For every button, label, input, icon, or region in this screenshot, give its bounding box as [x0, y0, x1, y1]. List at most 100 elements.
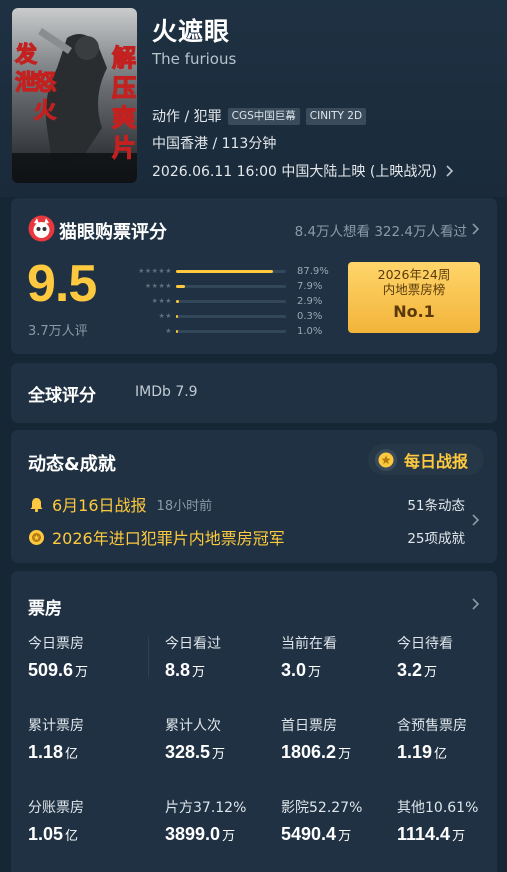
box-stat-unit: 万	[338, 747, 352, 762]
rating-card: 猫眼购票评分 8.4万人想看 322.4万人看过 9.5 3.7万人评 2026…	[11, 198, 497, 354]
medal-icon	[29, 529, 44, 545]
rating-bar-fill	[176, 270, 273, 273]
box-stat-label: 片方37.12%	[165, 800, 247, 816]
box-stat-number: 1806.2	[281, 742, 337, 762]
dynamics-item-text: 6月16日战报	[52, 496, 147, 515]
rating-bar-track	[176, 300, 286, 303]
box-stat-number: 5490.4	[281, 824, 337, 844]
imdb-rating: IMDb 7.9	[135, 384, 198, 400]
rank-board: 内地票房榜	[382, 282, 446, 297]
dynamics-item-achievement[interactable]: 2026年进口犯罪片内地票房冠军	[28, 525, 285, 549]
box-stat-number: 328.5	[165, 742, 211, 762]
box-stat-number: 8.8	[165, 660, 191, 680]
box-stat-unit: 万	[308, 665, 322, 680]
star-icon: ★★	[158, 312, 172, 320]
box-stat-label: 分账票房	[28, 800, 84, 816]
box-stat: 含预售票房 1.19 亿	[397, 715, 507, 763]
rating-bar-fill	[176, 330, 178, 333]
rank-badge[interactable]: 2026年24周 内地票房榜 No.1	[348, 262, 480, 333]
release-info[interactable]: 2026.06.11 16:00 中国大陆上映 (上映战况)	[152, 161, 455, 181]
chevron-right-icon[interactable]	[471, 597, 481, 611]
box-stat-value: 3899.0 万	[165, 824, 285, 845]
box-stat: 今日票房 509.6 万	[28, 633, 148, 681]
rating-percent: 7.9%	[297, 281, 323, 292]
box-stat-number: 1.19	[397, 742, 433, 762]
achievement-count[interactable]: 25项成就	[407, 527, 465, 547]
rating-bar-fill	[176, 285, 185, 288]
genre-row: 动作 / 犯罪 CGS中国巨幕 CINITY 2D	[152, 106, 367, 126]
rank-number: No.1	[393, 302, 435, 321]
box-stat-label: 首日票房	[281, 718, 337, 734]
box-stat: 累计人次 328.5 万	[165, 715, 285, 763]
box-stat-value: 509.6 万	[28, 660, 148, 681]
rating-dist-row: ★★★★★ 87.9%	[120, 266, 334, 277]
box-stat-unit: 万	[192, 665, 206, 680]
rating-bar-track	[176, 285, 286, 288]
dynamics-item-report[interactable]: 6月16日战报 18小时前	[28, 492, 212, 516]
rating-bar-track	[176, 315, 286, 318]
box-stat-label: 当前在看	[281, 636, 337, 652]
chevron-right-icon	[446, 165, 453, 177]
want-watched-count[interactable]: 8.4万人想看 322.4万人看过	[295, 220, 467, 240]
movie-english-title: The furious	[152, 50, 237, 68]
bell-icon	[30, 497, 43, 512]
box-stat-unit: 万	[338, 829, 352, 844]
maoyan-cat-icon	[28, 215, 55, 242]
box-stat-label: 累计人次	[165, 718, 221, 734]
box-stat-value: 1.18 亿	[28, 742, 148, 763]
box-stat-unit: 万	[424, 665, 438, 680]
box-stat-unit: 亿	[65, 747, 79, 762]
box-stat-unit: 亿	[434, 747, 448, 762]
rating-dist-row: ★★★ 2.9%	[120, 296, 334, 307]
rating-percent: 1.0%	[297, 326, 323, 337]
box-stat-number: 3.2	[397, 660, 423, 680]
rating-bar-fill	[176, 315, 178, 318]
star-icon: ★★★★★	[138, 267, 172, 275]
global-rating-card[interactable]: 全球评分 IMDb 7.9	[11, 363, 497, 423]
rating-percent: 87.9%	[297, 266, 329, 277]
box-stat: 片方37.12% 3899.0 万	[165, 797, 285, 845]
rating-dist-row: ★ 1.0%	[120, 326, 334, 337]
rating-title: 猫眼购票评分	[59, 222, 167, 243]
region-duration: 中国香港 / 113分钟	[152, 136, 277, 152]
star-icon: ★★★	[151, 297, 172, 305]
movie-header: 发泄 怒火 解压 爽片 火遮眼 The furious 动作 / 犯罪 CGS中…	[0, 0, 507, 197]
box-stat-label: 其他10.61%	[397, 800, 479, 816]
box-stat-label: 今日待看	[397, 636, 453, 652]
box-stat-number: 1.18	[28, 742, 64, 762]
genre-text: 动作 / 犯罪	[152, 109, 222, 125]
box-stat: 分账票房 1.05 亿	[28, 797, 148, 845]
movie-poster[interactable]: 发泄 怒火 解压 爽片	[12, 8, 137, 183]
box-stat: 首日票房 1806.2 万	[281, 715, 401, 763]
release-text: 2026.06.11 16:00 中国大陆上映 (上映战况)	[152, 164, 437, 180]
box-stat-label: 含预售票房	[397, 718, 467, 734]
rating-count: 3.7万人评	[28, 324, 88, 339]
box-stat-label: 今日票房	[28, 636, 84, 652]
chevron-right-icon[interactable]	[471, 222, 481, 236]
box-stat-value: 1.19 亿	[397, 742, 507, 763]
rating-dist-row: ★★★★ 7.9%	[120, 281, 334, 292]
box-stat-number: 3.0	[281, 660, 307, 680]
rank-week: 2026年24周	[377, 267, 451, 282]
box-stat-value: 5490.4 万	[281, 824, 401, 845]
dynamics-count[interactable]: 51条动态	[407, 494, 465, 514]
box-stat-value: 3.2 万	[397, 660, 507, 681]
star-icon: ★★★★	[144, 282, 172, 290]
daily-report-button[interactable]: 每日战报	[368, 444, 484, 475]
column-divider	[148, 637, 149, 677]
box-stat: 累计票房 1.18 亿	[28, 715, 148, 763]
rating-dist-row: ★★ 0.3%	[120, 311, 334, 322]
rating-bar-fill	[176, 300, 180, 303]
box-office-title: 票房	[28, 599, 62, 619]
box-stat-unit: 万	[212, 747, 226, 762]
box-office-card: 票房 今日票房 509.6 万今日看过 8.8 万当前在看 3.0 万今日待看 3.2 万累计票…	[11, 571, 497, 872]
movie-title: 火遮眼	[152, 17, 231, 46]
box-stat: 其他10.61% 1114.4 万	[397, 797, 507, 845]
chevron-right-icon[interactable]	[471, 513, 481, 527]
box-stat-value: 328.5 万	[165, 742, 285, 763]
dynamics-card: 动态&成就 每日战报 6月16日战报 18小时前 51条动态 2026年进口犯罪…	[11, 430, 497, 563]
box-stat-number: 1.05	[28, 824, 64, 844]
daily-report-label: 每日战报	[404, 451, 469, 471]
dynamics-achievement-text: 2026年进口犯罪片内地票房冠军	[52, 529, 285, 548]
box-stat-label: 累计票房	[28, 718, 84, 734]
